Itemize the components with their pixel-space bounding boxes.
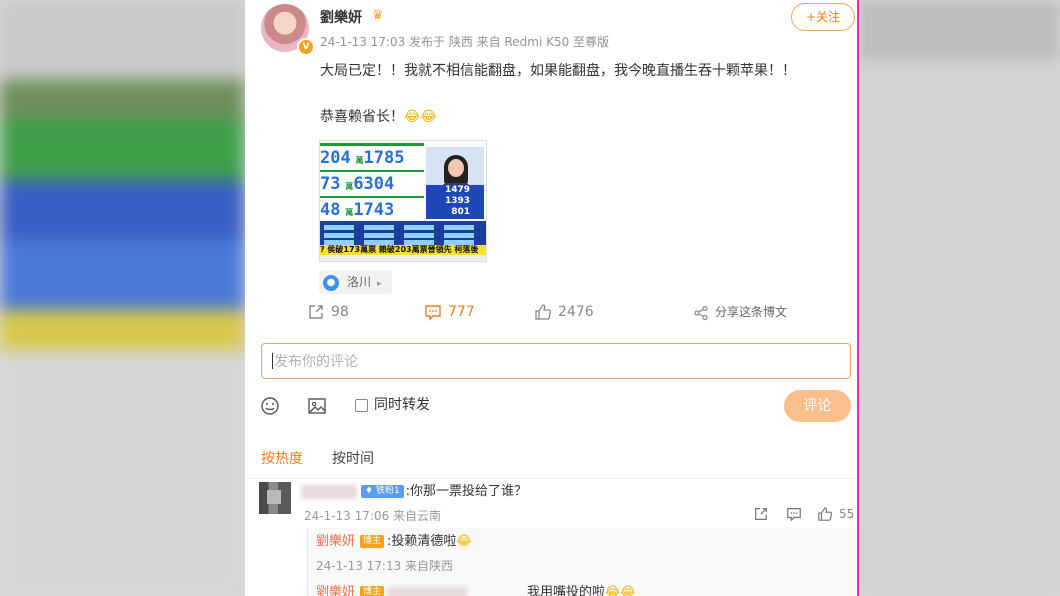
tv-number-row-3: 48 萬1743 — [320, 198, 424, 222]
repost-checkbox[interactable]: 同时转发 — [355, 396, 430, 414]
blurred-username[interactable] — [301, 484, 357, 499]
tv-number: 1743 — [353, 200, 395, 220]
verified-badge-icon: V — [297, 38, 315, 56]
share-icon — [694, 305, 708, 320]
post-text-line2: 恭喜赖省长！😂😂 — [320, 106, 437, 126]
repost-icon — [309, 305, 323, 319]
tab-sort-time[interactable]: 按时间 — [332, 448, 374, 468]
tv-number: 204 — [320, 148, 351, 168]
author-badge: 博主 — [360, 586, 385, 596]
window-edge — [857, 0, 859, 596]
thumbs-up-icon — [535, 304, 552, 320]
blurred-background-right — [858, 0, 1060, 596]
fan-badge: ♦ 铁粉1 — [361, 485, 404, 498]
repost-checkbox-label: 同时转发 — [374, 397, 430, 413]
comment-text: :你那一票投给了谁？ — [405, 484, 528, 499]
post-image-thumbnail[interactable]: 204 萬1785 73 萬6304 48 萬1743 1479 1393 80… — [319, 140, 487, 262]
comment-action[interactable]: 777 — [424, 303, 475, 321]
image-upload-icon[interactable] — [307, 396, 327, 420]
comment-meta: 24-1-13 17:06 来自云南 — [304, 509, 442, 523]
comment-reply-icon[interactable] — [786, 506, 802, 526]
post-text-line1: 大局已定！！我就不相信能翻盘，如果能翻盘，我今晚直播生吞十颗苹果！！ — [320, 63, 796, 79]
repost-action[interactable]: 98 — [307, 303, 349, 321]
share-action[interactable]: 分享这条博文 — [693, 303, 787, 321]
follow-button[interactable]: +关注 — [791, 3, 855, 31]
weibo-post-panel: V 劉樂妍 ♛ 24-1-13 17:03 发布于 陕西 来自 Redmi K5… — [245, 0, 858, 596]
comment-input-box[interactable] — [261, 343, 851, 380]
tv-number: 73 — [320, 174, 341, 194]
post-meta: 24-1-13 17:03 发布于 陕西 来自 Redmi K50 至尊版 — [320, 35, 610, 49]
location-pin-icon: ● — [323, 274, 339, 291]
post-username[interactable]: 劉樂妍 — [320, 7, 362, 27]
author-badge: 博主 — [360, 535, 385, 548]
reply-line: 劉樂妍 博主:投赖清德啦😂 — [316, 533, 472, 551]
like-count: 2476 — [558, 304, 594, 320]
tv-ticker: ? 侯破173萬票 賴破203萬票晉領先 柯落後 — [320, 245, 486, 255]
blurred-background-left — [0, 0, 245, 596]
laughing-emoji-icon: 😂 — [456, 534, 472, 549]
emoji-picker-icon[interactable] — [260, 396, 280, 420]
laughing-emoji-icon: 😂😂 — [404, 109, 437, 125]
comment-repost-icon[interactable] — [753, 506, 769, 526]
commenter-avatar[interactable] — [259, 482, 291, 514]
repost-count: 98 — [331, 304, 349, 320]
reply-author[interactable]: 劉樂妍 — [316, 585, 355, 596]
reply-text: :投赖清德啦 — [387, 534, 457, 549]
tv-number: 48 — [320, 200, 341, 220]
comment-like-icon[interactable] — [817, 506, 833, 526]
tv-vote-box: 1479 1393 801 — [426, 185, 484, 219]
tv-results-grid — [320, 221, 486, 247]
blurred-mention — [387, 586, 468, 596]
comment-like-count: 55 — [839, 507, 855, 521]
reply-text: 我用嘴投的啦 — [527, 585, 606, 596]
post-text-line2-content: 恭喜赖省长！ — [320, 109, 404, 125]
comment-input[interactable] — [272, 344, 836, 380]
reply-meta: 24-1-13 17:13 来自陕西 — [316, 559, 454, 573]
tv-number: 6304 — [353, 174, 395, 194]
share-label: 分享这条博文 — [715, 305, 788, 319]
crown-icon: ♛ — [372, 8, 384, 23]
comment-text-line: ♦ 铁粉1:你那一票投给了谁？ — [301, 483, 527, 501]
laughing-emoji-icon: 😂😂 — [605, 585, 636, 596]
tab-sort-hot[interactable]: 按热度 — [261, 448, 303, 468]
reply-thread: 劉樂妍 博主:投赖清德啦😂 24-1-13 17:13 来自陕西 劉樂妍 博主 我用嘴… — [307, 528, 858, 596]
like-action[interactable]: 2476 — [534, 303, 594, 321]
tv-number-row-2: 73 萬6304 — [320, 172, 424, 196]
divider — [245, 478, 858, 479]
reply-author[interactable]: 劉樂妍 — [316, 534, 355, 549]
caret-right-icon: ▸ — [377, 279, 382, 289]
submit-comment-button[interactable]: 评论 — [784, 390, 851, 422]
comment-icon — [425, 305, 441, 321]
location-label: 洛川 — [347, 275, 372, 289]
location-tag[interactable]: ● 洛川 ▸ — [319, 270, 392, 294]
tv-number: 1785 — [363, 148, 405, 168]
checkbox-icon[interactable] — [355, 398, 368, 412]
reply-line: 劉樂妍 博主 我用嘴投的啦😂😂 — [316, 584, 635, 596]
text-caret — [272, 353, 273, 369]
tv-number-row-1: 204 萬1785 — [320, 146, 424, 170]
comment-count: 777 — [448, 304, 475, 320]
